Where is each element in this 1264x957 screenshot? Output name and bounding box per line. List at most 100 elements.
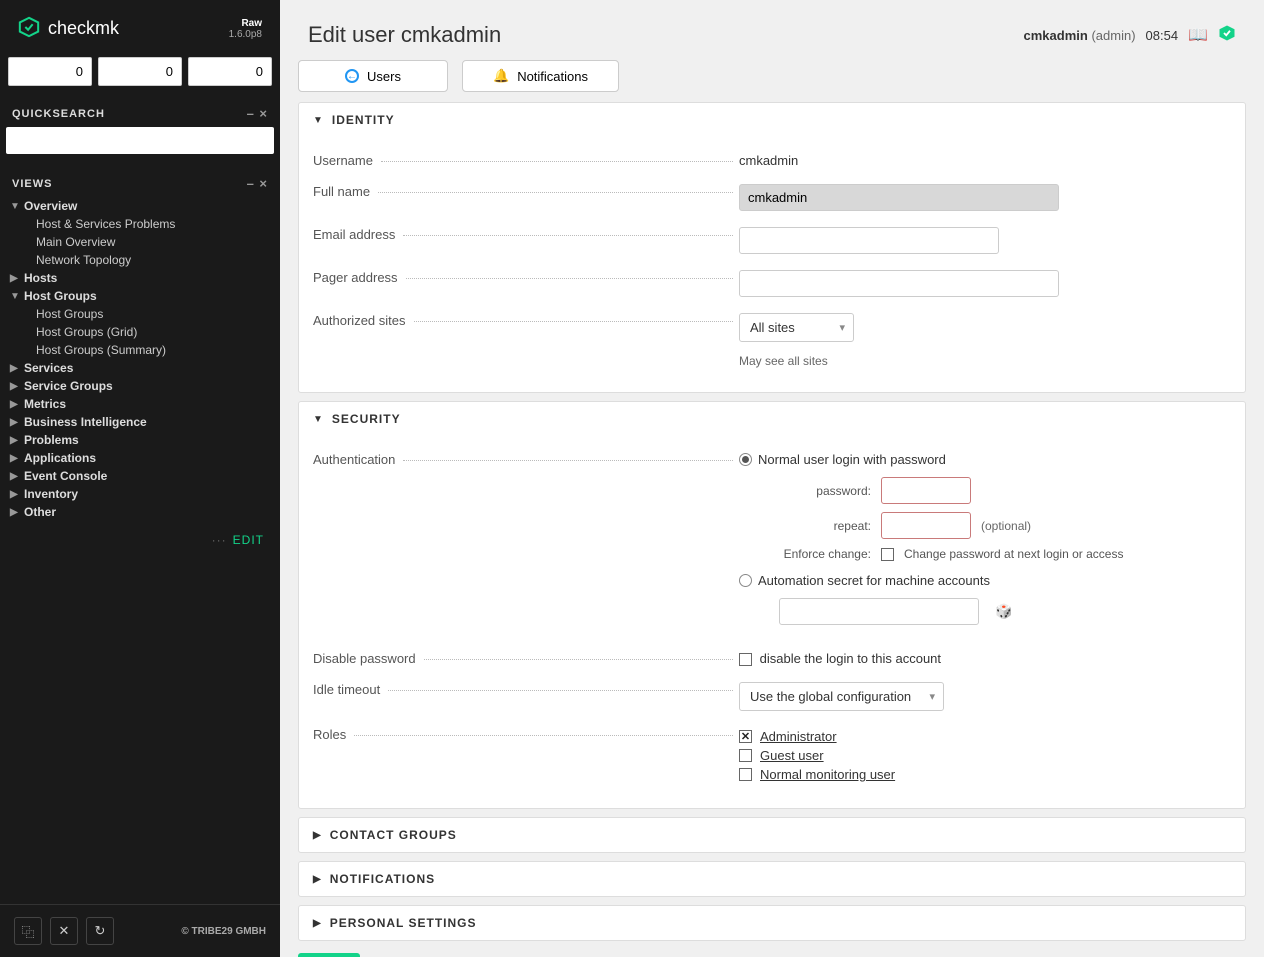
role-link[interactable]: Administrator <box>760 729 837 744</box>
chevron-right-icon: ▶ <box>313 830 322 841</box>
dice-icon[interactable]: 🎲 <box>995 603 1012 620</box>
disable-pw-checkbox[interactable] <box>739 653 752 666</box>
clock: 08:54 <box>1146 28 1179 43</box>
username-value: cmkadmin <box>739 153 1231 168</box>
authsites-select[interactable]: All sites <box>739 313 854 342</box>
sidebar-footer: ⿻ ✕ ↻ © TRIBE29 GMBH <box>0 904 280 957</box>
tree-item[interactable]: ▶Services <box>10 359 270 377</box>
page-title: Edit user cmkadmin <box>308 22 501 48</box>
tree-item[interactable]: ▶Hosts <box>10 269 270 287</box>
views-snapin-controls[interactable]: – × <box>247 176 268 191</box>
views-title: VIEWS – × <box>0 166 280 197</box>
notifications-head[interactable]: ▶ NOTIFICATIONS <box>299 862 1245 896</box>
repeat-input[interactable] <box>881 512 971 539</box>
pager-input[interactable] <box>739 270 1059 297</box>
password-subfields: password: repeat: (optional) Enforce cha… <box>779 477 1231 561</box>
views-title-text: VIEWS <box>12 178 52 190</box>
quicksearch-snapin: QUICKSEARCH – × <box>0 96 280 162</box>
chevron-down-icon: ▼ <box>313 414 324 425</box>
idle-timeout-select[interactable]: Use the global configuration <box>739 682 944 711</box>
help-icon[interactable]: 📖 <box>1188 25 1208 45</box>
identity-head[interactable]: ▼ IDENTITY <box>299 103 1245 137</box>
tree-item[interactable]: ▶Problems <box>10 431 270 449</box>
personal-settings-title: PERSONAL SETTINGS <box>330 916 477 930</box>
bell-icon: 🔔 <box>493 68 509 84</box>
tree-subitem[interactable]: Host & Services Problems <box>10 215 270 233</box>
save-button[interactable]: Save <box>298 953 360 957</box>
views-tree: ▼OverviewHost & Services ProblemsMain Ov… <box>0 197 280 527</box>
edition-label: Raw <box>229 18 262 29</box>
security-head[interactable]: ▼ SECURITY <box>299 402 1245 436</box>
disable-pw-text: disable the login to this account <box>760 651 941 666</box>
authsites-label: Authorized sites <box>313 313 733 328</box>
stat-box-1[interactable]: 0 <box>8 57 92 86</box>
fullname-label: Full name <box>313 184 733 199</box>
checkmk-logo-icon <box>18 16 40 41</box>
version-label: 1.6.0p8 <box>229 29 262 40</box>
notifications-title: NOTIFICATIONS <box>330 872 435 886</box>
auth-automation-radio[interactable]: Automation secret for machine accounts <box>739 573 1231 588</box>
quicksearch-title: QUICKSEARCH – × <box>0 96 280 127</box>
role-item: Guest user <box>739 746 1231 765</box>
chevron-right-icon: ▶ <box>313 874 322 885</box>
role-link[interactable]: Normal monitoring user <box>760 767 895 782</box>
auth-normal-label: Normal user login with password <box>758 452 946 467</box>
contact-groups-title: CONTACT GROUPS <box>330 828 457 842</box>
tree-subitem[interactable]: Main Overview <box>10 233 270 251</box>
tree-item[interactable]: ▶Event Console <box>10 467 270 485</box>
role-checkbox[interactable] <box>739 730 752 743</box>
tree-subitem[interactable]: Network Topology <box>10 251 270 269</box>
stat-box-2[interactable]: 0 <box>98 57 182 86</box>
notifications-button[interactable]: 🔔 Notifications <box>462 60 619 92</box>
tree-subitem[interactable]: Host Groups (Grid) <box>10 323 270 341</box>
sidebar-header: checkmk Raw 1.6.0p8 <box>0 0 280 57</box>
home-hex-icon[interactable] <box>1218 24 1236 47</box>
email-label: Email address <box>313 227 733 242</box>
password-input[interactable] <box>881 477 971 504</box>
add-snapin-icon[interactable]: ⿻ <box>14 917 42 945</box>
copyright: © TRIBE29 GMBH <box>181 926 266 937</box>
role-link[interactable]: Guest user <box>760 748 824 763</box>
pager-label: Pager address <box>313 270 733 285</box>
tree-subitem[interactable]: Host Groups <box>10 305 270 323</box>
enforce-checkbox[interactable] <box>881 548 894 561</box>
views-edit-link[interactable]: ···EDIT <box>0 527 280 553</box>
automation-secret-input[interactable] <box>779 598 979 625</box>
contact-groups-head[interactable]: ▶ CONTACT GROUPS <box>299 818 1245 852</box>
page-header: Edit user cmkadmin cmkadmin (admin) 08:5… <box>280 0 1264 60</box>
close-icon[interactable]: ✕ <box>50 917 78 945</box>
views-snapin: VIEWS – × ▼OverviewHost & Services Probl… <box>0 166 280 553</box>
section-contact-groups: ▶ CONTACT GROUPS <box>298 817 1246 853</box>
header-right: cmkadmin (admin) 08:54 📖 <box>1024 24 1236 47</box>
role-checkbox[interactable] <box>739 768 752 781</box>
disable-pw-label: Disable password <box>313 651 733 666</box>
password-label: password: <box>779 484 871 498</box>
reload-icon[interactable]: ↻ <box>86 917 114 945</box>
current-user[interactable]: cmkadmin <box>1024 28 1088 43</box>
tree-item[interactable]: ▶Inventory <box>10 485 270 503</box>
section-identity: ▼ IDENTITY Username cmkadmin Full name E… <box>298 102 1246 393</box>
tree-item[interactable]: ▼Overview <box>10 197 270 215</box>
tree-item[interactable]: ▶Metrics <box>10 395 270 413</box>
role-checkbox[interactable] <box>739 749 752 762</box>
tree-item[interactable]: ▶Applications <box>10 449 270 467</box>
tree-item[interactable]: ▶Service Groups <box>10 377 270 395</box>
identity-title: IDENTITY <box>332 113 395 127</box>
auth-normal-radio[interactable]: Normal user login with password <box>739 452 1231 467</box>
tree-subitem[interactable]: Host Groups (Summary) <box>10 341 270 359</box>
fullname-input[interactable] <box>739 184 1059 211</box>
tree-item[interactable]: ▼Host Groups <box>10 287 270 305</box>
tree-item[interactable]: ▶Business Intelligence <box>10 413 270 431</box>
quicksearch-input[interactable] <box>6 127 274 154</box>
tree-item[interactable]: ▶Other <box>10 503 270 521</box>
auth-label: Authentication <box>313 452 733 467</box>
version-block: Raw 1.6.0p8 <box>229 18 262 40</box>
users-button[interactable]: ← Users <box>298 60 448 92</box>
snapin-controls[interactable]: – × <box>247 106 268 121</box>
email-input[interactable] <box>739 227 999 254</box>
personal-settings-head[interactable]: ▶ PERSONAL SETTINGS <box>299 906 1245 940</box>
roles-list: Administrator Guest user Normal monitoring… <box>739 727 1231 784</box>
stat-box-3[interactable]: 0 <box>188 57 272 86</box>
back-arrow-icon: ← <box>345 69 359 83</box>
quicksearch-title-text: QUICKSEARCH <box>12 108 105 120</box>
